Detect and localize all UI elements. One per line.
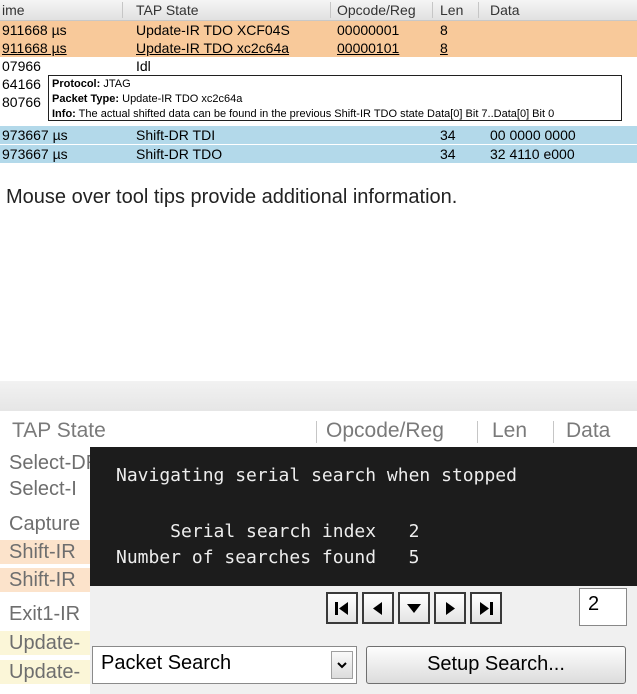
column-header-time[interactable]: ime — [2, 2, 25, 18]
cell-state: Exit1-IR — [9, 603, 81, 625]
table-row[interactable]: 911668 µs Update-IR TDO xc2c64a 00000101… — [0, 39, 637, 57]
overlay-count-line: Number of searches found 5 — [116, 547, 420, 568]
column-header-len[interactable]: Len — [492, 419, 527, 443]
column-header-opcode[interactable]: Opcode/Reg — [337, 2, 416, 18]
cell-state: Shift-DR TDI — [136, 127, 216, 143]
cell-len: 34 — [440, 146, 456, 162]
overlay-title: Navigating serial search when stopped — [116, 465, 517, 486]
cell-data: 32 4110 e000 — [490, 146, 575, 162]
cell-state: Update- — [9, 632, 81, 654]
cell-time: 973667 µs — [2, 127, 68, 143]
cell-len: 34 — [440, 127, 456, 143]
setup-search-button[interactable]: Setup Search... — [366, 646, 626, 684]
cell-state: Update-IR TDO xc2c64a — [136, 40, 290, 56]
tooltip: Protocol: JTAG Packet Type: Update-IR TD… — [48, 75, 622, 121]
column-header-tap-state[interactable]: TAP State — [136, 2, 199, 18]
table-row[interactable]: 911668 µs Update-IR TDO XCF04S 00000001 … — [0, 21, 637, 39]
column-header-len[interactable]: Len — [440, 2, 463, 18]
table-row[interactable]: 973667 µs Shift-DR TDI 34 00 0000 0000 — [0, 126, 637, 144]
tooltip-protocol: Protocol: JTAG — [52, 78, 131, 90]
cell-time: 911668 µs — [2, 40, 67, 56]
cell-len: 8 — [440, 40, 448, 56]
search-index-input[interactable]: 2 — [579, 588, 627, 626]
cell-state: Shift-DR TDO — [136, 146, 223, 162]
cell-state: Select-DR — [9, 452, 101, 474]
cell-time: 973667 µs — [2, 146, 68, 162]
cell-state: Select-I — [9, 478, 77, 500]
next-button[interactable] — [434, 592, 466, 624]
column-header-tap-state[interactable]: TAP State — [12, 419, 106, 443]
skip-first-icon — [335, 602, 348, 615]
cell-state: Update-IR TDO XCF04S — [136, 22, 290, 38]
first-button[interactable] — [326, 592, 358, 624]
column-header-data[interactable]: Data — [566, 419, 610, 443]
cell-state: Shift-IR — [9, 569, 76, 591]
column-header-data[interactable]: Data — [490, 2, 520, 18]
select-dropdown-button[interactable] — [331, 651, 353, 679]
cell-state: Idl — [136, 58, 151, 74]
table-row[interactable]: 07966 Idl — [0, 57, 637, 75]
table-header: TAP State Opcode/Reg Len Data — [0, 411, 637, 452]
cell-data: 00 0000 0000 — [490, 127, 576, 143]
chevron-down-icon — [337, 662, 347, 669]
cell-opcode: 00000101 — [337, 40, 400, 56]
cell-time: 80766 — [2, 94, 41, 110]
table-header: ime TAP State Opcode/Reg Len Data — [0, 0, 637, 21]
cell-state: Capture — [9, 513, 81, 535]
cell-state: Shift-IR — [9, 541, 76, 563]
down-button[interactable] — [398, 592, 430, 624]
previous-icon — [373, 602, 382, 615]
down-icon — [407, 604, 421, 613]
cell-time: 911668 µs — [2, 22, 67, 38]
previous-button[interactable] — [362, 592, 394, 624]
last-button[interactable] — [470, 592, 502, 624]
cell-opcode: 00000001 — [337, 22, 400, 38]
caption: Mouse over tool tips provide additional … — [6, 186, 458, 208]
skip-last-icon — [480, 602, 493, 615]
cell-state: Update- — [9, 661, 81, 683]
tooltip-info: Info: The actual shifted data can be fou… — [52, 108, 555, 120]
search-type-select[interactable]: Packet Search — [92, 646, 357, 684]
next-icon — [446, 602, 455, 615]
cell-time: 64166 — [2, 76, 41, 92]
overlay-index-line: Serial search index 2 — [116, 521, 420, 542]
toolbar-strip — [0, 381, 637, 411]
column-header-opcode[interactable]: Opcode/Reg — [326, 419, 444, 443]
cell-len: 8 — [440, 22, 448, 38]
tooltip-packet-type: Packet Type: Update-IR TDO xc2c64a — [52, 93, 243, 105]
cell-time: 07966 — [2, 58, 41, 74]
table-row[interactable]: 973667 µs Shift-DR TDO 34 32 4110 e000 — [0, 145, 637, 163]
annotation-overlay: Navigating serial search when stopped Se… — [90, 447, 637, 586]
